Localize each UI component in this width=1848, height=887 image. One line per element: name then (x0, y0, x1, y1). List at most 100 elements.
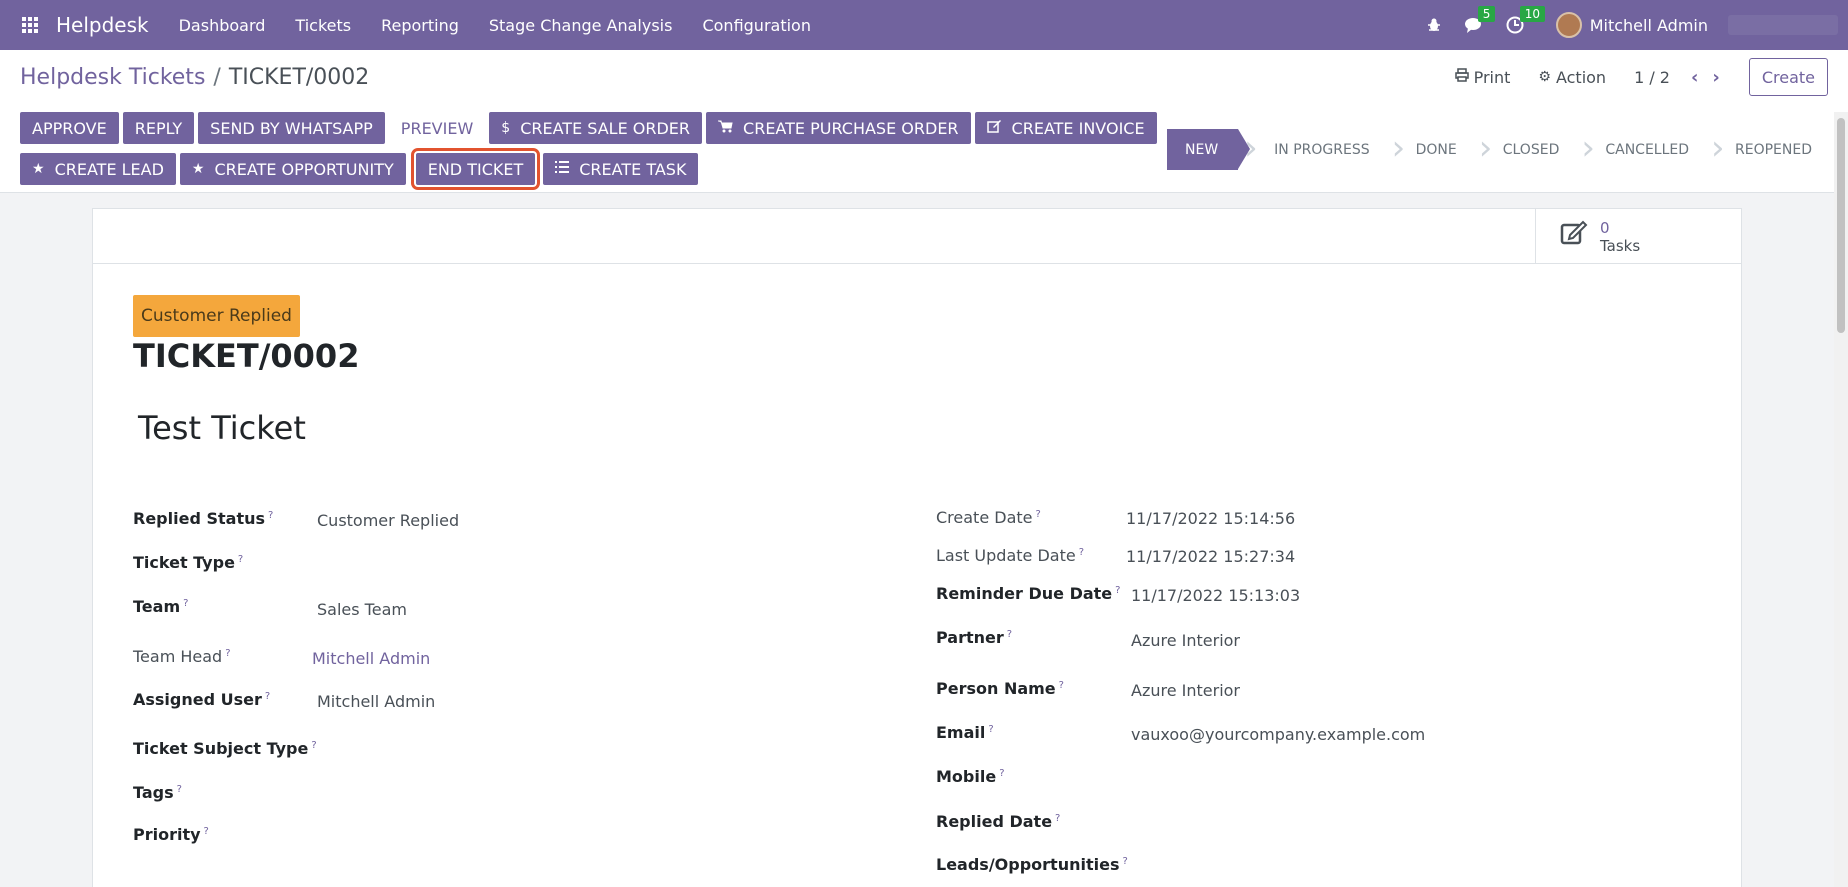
breadcrumb-current: TICKET/0002 (228, 65, 370, 90)
priority-field[interactable] (317, 825, 437, 847)
messages-icon[interactable]: 5 (1464, 6, 1496, 34)
team-head-value[interactable]: Mitchell Admin (312, 649, 430, 668)
help-mark[interactable]: ? (1036, 509, 1041, 520)
menu-tickets[interactable]: Tickets (295, 16, 351, 35)
scrollbar-thumb[interactable] (1837, 118, 1845, 333)
pager-previous-icon[interactable]: ‹ (1691, 67, 1698, 88)
leads-opportunities-field[interactable] (1131, 855, 1631, 877)
reminder-due-date-value[interactable]: 11/17/2022 15:13:03 (1131, 586, 1300, 605)
tasks-count: 0 (1600, 218, 1610, 237)
email-label-text: Email (936, 723, 986, 742)
menu-dashboard[interactable]: Dashboard (179, 16, 266, 35)
printer-icon (1454, 68, 1469, 86)
breadcrumb-separator: / (213, 65, 221, 90)
help-mark[interactable]: ? (311, 740, 316, 751)
pager-value[interactable]: 1 / 2 (1634, 68, 1670, 87)
create-purchase-order-button[interactable]: CREATE PURCHASE ORDER (706, 112, 971, 144)
help-mark[interactable]: ? (988, 724, 993, 735)
ticket-name-field[interactable]: Test Ticket (138, 409, 306, 447)
help-mark[interactable]: ? (999, 768, 1004, 779)
dollar-icon: $ (501, 120, 511, 136)
tags-label-text: Tags (133, 783, 174, 802)
create-invoice-button[interactable]: CREATE INVOICE (974, 112, 1157, 144)
user-name[interactable]: Mitchell Admin (1590, 16, 1708, 35)
assigned-user-value[interactable]: Mitchell Admin (317, 692, 435, 711)
user-avatar[interactable] (1555, 12, 1582, 38)
mobile-field[interactable] (1131, 767, 1631, 789)
stage-done[interactable]: › DONE (1386, 129, 1473, 170)
last-update-date-label-text: Last Update Date (936, 546, 1076, 565)
approve-button[interactable]: APPROVE (20, 112, 119, 144)
create-sale-order-label: CREATE SALE ORDER (520, 118, 691, 138)
apps-menu-icon[interactable] (0, 0, 60, 50)
debug-bug-icon[interactable] (1426, 17, 1442, 33)
form-sheet: 0 Tasks Customer Replied TICKET/0002 Tes… (92, 208, 1742, 887)
preview-button[interactable]: PREVIEW (389, 112, 485, 144)
leads-opportunities-label: Leads/Opportunities? (936, 855, 1128, 874)
replied-status-value[interactable]: Customer Replied (317, 511, 459, 530)
help-mark[interactable]: ? (265, 691, 270, 702)
tasks-smart-button[interactable]: 0 Tasks (1535, 209, 1741, 264)
stage-cancelled-label: CANCELLED (1605, 141, 1690, 158)
person-name-value[interactable]: Azure Interior (1131, 681, 1240, 700)
help-mark[interactable]: ? (1115, 585, 1120, 596)
person-name-label-text: Person Name (936, 679, 1056, 698)
help-mark[interactable]: ? (1079, 547, 1084, 558)
create-date-label: Create Date? (936, 508, 1041, 527)
help-mark[interactable]: ? (268, 510, 273, 521)
activities-count-badge: 10 (1519, 6, 1545, 22)
app-brand[interactable]: Helpdesk (56, 13, 149, 37)
menu-configuration[interactable]: Configuration (702, 16, 811, 35)
breadcrumb-parent[interactable]: Helpdesk Tickets (20, 65, 205, 90)
help-mark[interactable]: ? (204, 826, 209, 837)
create-opportunity-button[interactable]: ★ CREATE OPPORTUNITY (179, 153, 406, 185)
send-by-whatsapp-button[interactable]: SEND BY WHATSAPP (198, 112, 385, 144)
ticket-type-field[interactable] (317, 553, 817, 575)
create-lead-button[interactable]: ★ CREATE LEAD (20, 153, 176, 185)
star-icon: ★ (32, 161, 45, 177)
create-invoice-label: CREATE INVOICE (1011, 118, 1145, 138)
print-button[interactable]: Print (1454, 68, 1510, 87)
stage-in-progress-label: IN PROGRESS (1274, 141, 1370, 158)
replied-date-field[interactable] (1131, 812, 1631, 834)
tasks-label: Tasks (1600, 236, 1641, 255)
stage-cancelled[interactable]: › CANCELLED (1575, 129, 1705, 170)
reply-button[interactable]: REPLY (122, 112, 195, 144)
end-ticket-button[interactable]: END TICKET (410, 148, 541, 190)
menu-reporting[interactable]: Reporting (381, 16, 459, 35)
tags-field[interactable] (317, 783, 817, 805)
team-value[interactable]: Sales Team (317, 600, 407, 619)
create-task-label: CREATE TASK (579, 159, 687, 179)
create-sale-order-button[interactable]: $ CREATE SALE ORDER (489, 112, 703, 144)
help-mark[interactable]: ? (238, 554, 243, 565)
stage-in-progress[interactable]: › IN PROGRESS (1238, 129, 1385, 170)
stage-new[interactable]: NEW (1167, 129, 1251, 170)
action-button[interactable]: ⚙ Action (1538, 68, 1606, 87)
email-value[interactable]: vauxoo@yourcompany.example.com (1131, 725, 1425, 744)
help-mark[interactable]: ? (1007, 629, 1012, 640)
stage-closed[interactable]: › CLOSED (1473, 129, 1576, 170)
help-mark[interactable]: ? (1122, 856, 1127, 867)
ticket-code: TICKET/0002 (133, 337, 360, 375)
help-mark[interactable]: ? (1059, 680, 1064, 691)
activities-clock-icon[interactable]: 10 (1506, 6, 1545, 34)
stage-reopened[interactable]: › REOPENED (1705, 129, 1848, 170)
company-switcher[interactable] (1728, 15, 1838, 35)
partner-value[interactable]: Azure Interior (1131, 631, 1240, 650)
create-task-button[interactable]: CREATE TASK (543, 153, 699, 185)
stage-done-label: DONE (1415, 141, 1457, 158)
pager-next-icon[interactable]: › (1712, 67, 1719, 88)
page-scrollbar[interactable] (1834, 112, 1848, 887)
help-mark[interactable]: ? (1055, 813, 1060, 824)
action-label: Action (1555, 67, 1607, 87)
create-button[interactable]: Create (1748, 58, 1828, 96)
reminder-due-date-label-text: Reminder Due Date (936, 584, 1113, 603)
ticket-subject-type-field[interactable] (317, 739, 817, 761)
messages-count-badge: 5 (1477, 6, 1496, 22)
stage-separator: › (1244, 128, 1258, 168)
help-mark[interactable]: ? (225, 648, 230, 659)
menu-stage-change-analysis[interactable]: Stage Change Analysis (489, 16, 673, 35)
help-mark[interactable]: ? (183, 598, 188, 609)
help-mark[interactable]: ? (177, 784, 182, 795)
ticket-type-label: Ticket Type? (133, 553, 243, 572)
